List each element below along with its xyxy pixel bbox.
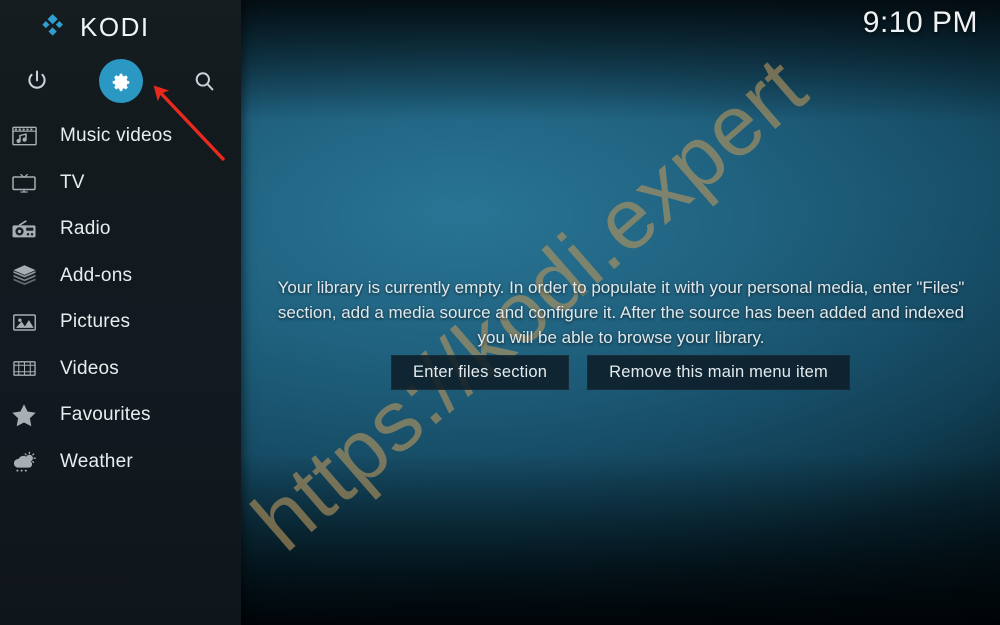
sidebar-item-addons[interactable]: Add-ons <box>0 253 241 300</box>
sidebar-item-label: Radio <box>60 218 111 240</box>
tv-icon <box>8 167 40 199</box>
weather-cloud-icon <box>8 446 40 478</box>
sidebar-item-videos[interactable]: Videos <box>0 346 241 393</box>
search-icon <box>195 71 213 90</box>
kodi-logo-icon <box>42 14 63 36</box>
sidebar-item-radio[interactable]: Radio <box>0 206 241 253</box>
sidebar: KODI Music videos TV Radio Add-ons Pictu… <box>0 0 241 625</box>
sidebar-item-favourites[interactable]: Favourites <box>0 392 241 439</box>
music-videos-icon <box>8 120 40 152</box>
sidebar-item-label: Pictures <box>60 311 131 333</box>
sidebar-item-music-videos[interactable]: Music videos <box>0 113 241 160</box>
sidebar-item-label: TV <box>60 171 85 193</box>
pictures-icon <box>8 306 40 338</box>
kodi-home-screen: https://kodi.expert 9:10 PM Your library… <box>0 0 1000 625</box>
radio-icon <box>8 213 40 245</box>
power-button[interactable] <box>12 56 62 106</box>
gear-icon <box>112 73 130 92</box>
toolbar <box>0 56 241 106</box>
search-button[interactable] <box>179 56 229 106</box>
addons-box-icon <box>8 260 40 292</box>
sidebar-item-tv[interactable]: TV <box>0 160 241 207</box>
sidebar-item-label: Add-ons <box>60 264 133 286</box>
action-button-row: Enter files section Remove this main men… <box>241 355 1000 390</box>
star-icon <box>8 399 40 431</box>
remove-menu-item-button[interactable]: Remove this main menu item <box>587 355 850 390</box>
videos-film-icon <box>8 353 40 385</box>
sidebar-menu: Music videos TV Radio Add-ons Pictures V… <box>0 113 241 485</box>
sidebar-item-label: Videos <box>60 357 119 379</box>
app-logo-text: KODI <box>80 11 150 42</box>
settings-button[interactable] <box>96 56 146 106</box>
empty-library-message: Your library is currently empty. In orde… <box>277 278 965 347</box>
power-icon <box>28 70 46 89</box>
app-logo: KODI <box>0 6 241 48</box>
sidebar-item-label: Favourites <box>60 404 151 426</box>
sidebar-item-weather[interactable]: Weather <box>0 439 241 486</box>
sidebar-item-pictures[interactable]: Pictures <box>0 299 241 346</box>
sidebar-item-label: Weather <box>60 450 133 472</box>
sidebar-item-label: Music videos <box>60 125 173 147</box>
enter-files-section-button[interactable]: Enter files section <box>391 355 570 390</box>
main-content: Your library is currently empty. In orde… <box>241 0 1000 625</box>
